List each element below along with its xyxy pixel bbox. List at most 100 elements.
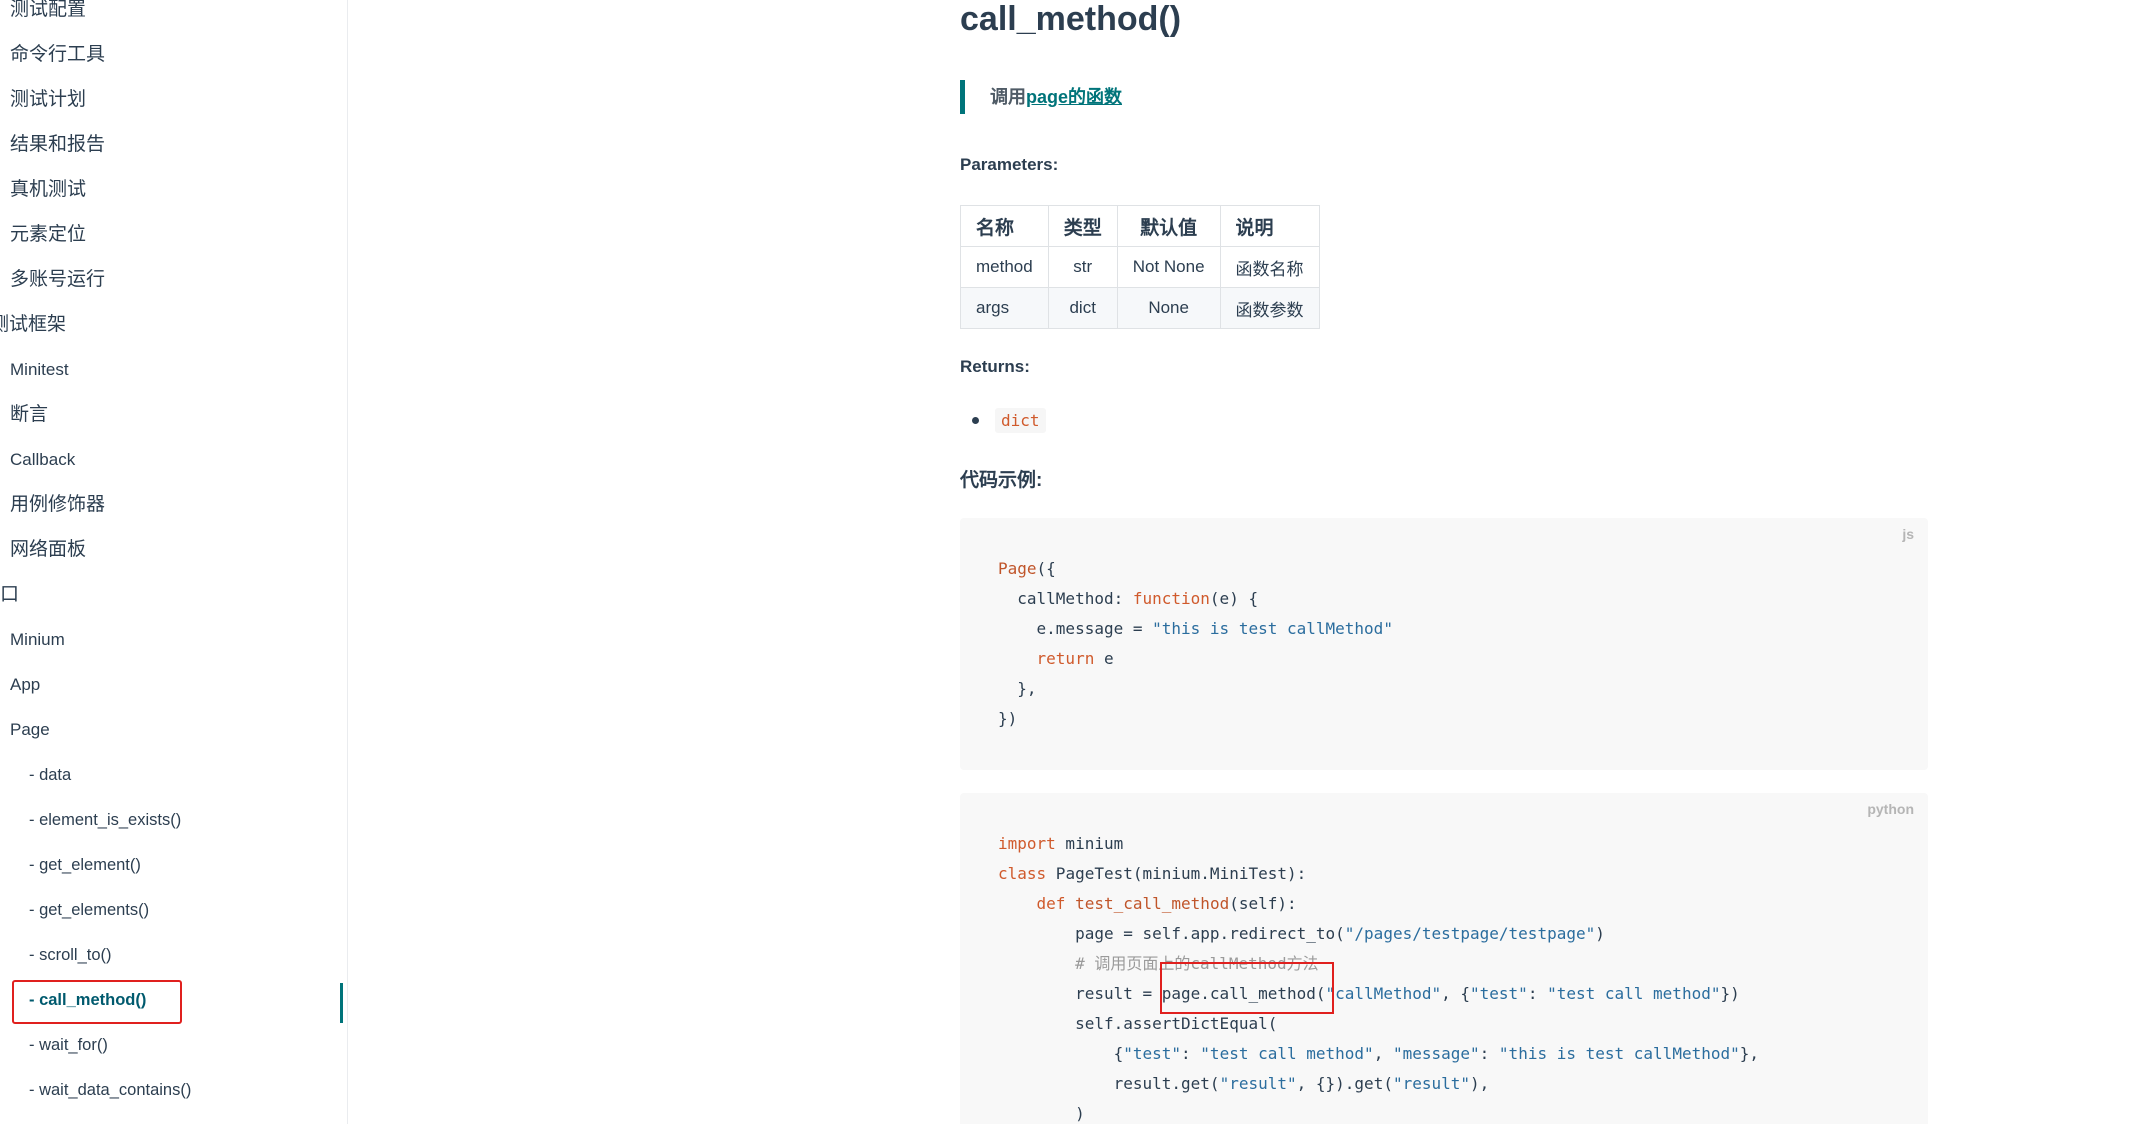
code-token: }, — [1739, 1044, 1760, 1063]
code-token: , {}).get( — [1296, 1074, 1393, 1093]
code-token: result.get( — [998, 1074, 1220, 1093]
code-token: , — [1373, 1044, 1393, 1063]
code-token: test_call_method — [1075, 894, 1230, 913]
code-token: "this is test callMethod" — [1152, 619, 1393, 638]
quote-prefix: 调用 — [990, 87, 1026, 107]
code-line: }, — [998, 674, 1037, 704]
table-cell: str — [1047, 246, 1118, 288]
code-line: page = self.app.redirect_to("/pages/test… — [998, 919, 1605, 949]
code-block-js[interactable]: js Page({ callMethod: function(e) { e.me… — [960, 518, 1928, 770]
active-item-indicator — [340, 983, 343, 1023]
code-token: ) — [1595, 924, 1605, 943]
table-cell: Not None — [1116, 246, 1221, 288]
returns-heading: Returns: — [960, 357, 1030, 376]
code-token: : — [1479, 1044, 1499, 1063]
table-header-row: 名称 类型 默认值 说明 — [960, 205, 1320, 247]
code-line: {"test": "test call method", "message": … — [998, 1039, 1759, 1069]
code-token: (e) { — [1209, 589, 1259, 608]
active-item-annotation-box — [12, 980, 182, 1024]
sidebar-subitem-get-elements[interactable]: - get_elements() — [29, 893, 149, 927]
code-token: Page — [998, 559, 1037, 578]
code-line: def test_call_method(self): — [998, 889, 1297, 919]
code-token: class — [998, 864, 1047, 883]
code-token: "test call method" — [1547, 984, 1721, 1003]
code-token: }, — [998, 679, 1037, 698]
sidebar-item-network-panel[interactable]: 网络面板 — [10, 533, 86, 567]
code-token: "this is test callMethod" — [1498, 1044, 1740, 1063]
code-token: : — [1527, 984, 1548, 1003]
code-token: "callMethod" — [1325, 984, 1442, 1003]
code-line: }) — [998, 704, 1017, 734]
return-type-code: dict — [995, 408, 1046, 433]
sidebar-item-callback[interactable]: Callback — [10, 443, 75, 477]
docs-page: 测试配置 命令行工具 测试计划 结果和报告 真机测试 元素定位 多账号运行 测试… — [0, 0, 2150, 1124]
description-quote: 调用page的函数 — [960, 80, 1122, 114]
sidebar-subitem-element-is-exists[interactable]: - element_is_exists() — [29, 803, 181, 837]
code-line: callMethod: function(e) { — [998, 584, 1258, 614]
sidebar-subitem-get-element[interactable]: - get_element() — [29, 848, 141, 882]
call-method-annotation-box — [1160, 962, 1334, 1014]
parameters-table: 名称 类型 默认值 说明 method str Not None 函数名称 ar… — [960, 205, 1320, 329]
code-token: ) — [998, 1104, 1085, 1123]
sidebar-subitem-scroll-to[interactable]: - scroll_to() — [29, 938, 112, 972]
quote-link[interactable]: page的函数 — [1026, 87, 1122, 107]
sidebar-item-element-locating[interactable]: 元素定位 — [10, 218, 86, 252]
code-token: (self): — [1229, 894, 1297, 913]
code-token: "test" — [1470, 984, 1528, 1003]
code-token: ), — [1470, 1074, 1490, 1093]
code-token: page = self.app.redirect_to( — [998, 924, 1345, 943]
table-cell: dict — [1047, 287, 1118, 329]
code-token: , { — [1441, 984, 1471, 1003]
code-token: "test" — [1123, 1044, 1182, 1063]
code-token: import — [998, 834, 1056, 853]
sidebar-item-multi-account[interactable]: 多账号运行 — [10, 263, 105, 297]
sidebar-item-case-decorator[interactable]: 用例修饰器 — [10, 488, 105, 522]
code-token: return — [1036, 649, 1095, 668]
sidebar-item-device-testing[interactable]: 真机测试 — [10, 173, 86, 207]
code-line: import minium — [998, 829, 1123, 859]
table-row: method str Not None 函数名称 — [960, 246, 1320, 288]
code-token: { — [998, 1044, 1124, 1063]
table-cell: 函数参数 — [1219, 287, 1320, 329]
list-bullet — [972, 417, 979, 424]
table-header-description: 说明 — [1219, 205, 1320, 247]
code-line: return e — [998, 644, 1114, 674]
code-token: e — [1094, 649, 1114, 668]
sidebar-group-test-framework[interactable]: 测试框架 — [0, 308, 66, 342]
sidebar-item-assert[interactable]: 断言 — [10, 398, 48, 432]
code-token: "test call method" — [1200, 1044, 1374, 1063]
table-cell: 函数名称 — [1219, 246, 1320, 288]
sidebar-item-cli-tool[interactable]: 命令行工具 — [10, 38, 105, 72]
sidebar-subitem-data[interactable]: - data — [29, 758, 71, 792]
code-token: "result" — [1219, 1074, 1297, 1093]
sidebar-group-interface[interactable]: 接口 — [0, 578, 19, 612]
table-cell: method — [960, 246, 1049, 288]
code-token: def — [1036, 894, 1066, 913]
code-token: e.message = — [998, 619, 1153, 638]
code-lang-label: python — [1867, 801, 1914, 817]
table-cell: None — [1116, 287, 1221, 329]
sidebar-item-test-config[interactable]: 测试配置 — [10, 0, 86, 27]
code-token: "result" — [1392, 1074, 1471, 1093]
code-token: "/pages/testpage/testpage" — [1344, 924, 1596, 943]
sidebar-subitem-wait-for[interactable]: - wait_for() — [29, 1028, 108, 1062]
sidebar-item-results-report[interactable]: 结果和报告 — [10, 128, 105, 162]
page-title: call_method() — [960, 0, 1182, 38]
code-block-python[interactable]: python import minium class PageTest(miniu… — [960, 793, 1928, 1124]
code-token: callMethod: — [998, 589, 1133, 608]
code-token: self.assertDictEqual( — [998, 1014, 1278, 1033]
sidebar-item-minitest[interactable]: Minitest — [10, 353, 69, 387]
code-token: }) — [998, 709, 1018, 728]
sidebar-item-app[interactable]: App — [10, 668, 40, 702]
code-token: : — [1181, 1044, 1201, 1063]
table-header-default: 默认值 — [1116, 205, 1221, 247]
sidebar-item-test-plan[interactable]: 测试计划 — [10, 83, 86, 117]
sidebar-subitem-wait-data-contains[interactable]: - wait_data_contains() — [29, 1073, 191, 1107]
sidebar-item-minium[interactable]: Minium — [10, 623, 65, 657]
code-line: Page({ — [998, 554, 1056, 584]
sidebar-item-page[interactable]: Page — [10, 713, 50, 747]
sidebar-nav: 测试配置 命令行工具 测试计划 结果和报告 真机测试 元素定位 多账号运行 测试… — [0, 0, 348, 1124]
